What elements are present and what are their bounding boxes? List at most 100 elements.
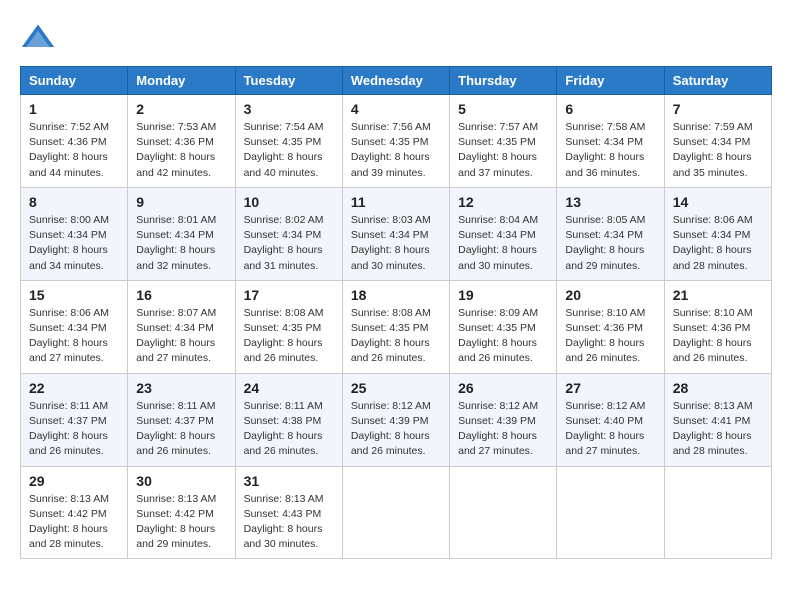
day-number: 16 bbox=[136, 287, 226, 303]
cell-content: Sunrise: 8:06 AMSunset: 4:34 PMDaylight:… bbox=[29, 306, 119, 367]
calendar-cell: 19 Sunrise: 8:09 AMSunset: 4:35 PMDayligh… bbox=[450, 280, 557, 373]
cell-content: Sunrise: 8:06 AMSunset: 4:34 PMDaylight:… bbox=[673, 213, 763, 274]
cell-content: Sunrise: 7:59 AMSunset: 4:34 PMDaylight:… bbox=[673, 120, 763, 181]
calendar-cell: 25 Sunrise: 8:12 AMSunset: 4:39 PMDayligh… bbox=[342, 373, 449, 466]
cell-content: Sunrise: 7:58 AMSunset: 4:34 PMDaylight:… bbox=[565, 120, 655, 181]
calendar-cell: 30 Sunrise: 8:13 AMSunset: 4:42 PMDayligh… bbox=[128, 466, 235, 559]
cell-content: Sunrise: 8:13 AMSunset: 4:42 PMDaylight:… bbox=[136, 492, 226, 553]
calendar-cell: 17 Sunrise: 8:08 AMSunset: 4:35 PMDayligh… bbox=[235, 280, 342, 373]
calendar-cell: 13 Sunrise: 8:05 AMSunset: 4:34 PMDayligh… bbox=[557, 187, 664, 280]
cell-content: Sunrise: 8:11 AMSunset: 4:37 PMDaylight:… bbox=[29, 399, 119, 460]
day-number: 25 bbox=[351, 380, 441, 396]
cell-content: Sunrise: 7:54 AMSunset: 4:35 PMDaylight:… bbox=[244, 120, 334, 181]
calendar-cell: 7 Sunrise: 7:59 AMSunset: 4:34 PMDaylight… bbox=[664, 95, 771, 188]
calendar-week-row: 8Sunrise: 8:00 AMSunset: 4:34 PMDaylight… bbox=[21, 187, 772, 280]
calendar-cell: 15 Sunrise: 8:06 AMSunset: 4:34 PMDayligh… bbox=[21, 280, 128, 373]
cell-content: Sunrise: 8:01 AMSunset: 4:34 PMDaylight:… bbox=[136, 213, 226, 274]
cell-content: Sunrise: 8:07 AMSunset: 4:34 PMDaylight:… bbox=[136, 306, 226, 367]
calendar-cell: 27Sunrise: 8:12 AMSunset: 4:40 PMDayligh… bbox=[557, 373, 664, 466]
calendar-cell: 24 Sunrise: 8:11 AMSunset: 4:38 PMDayligh… bbox=[235, 373, 342, 466]
calendar-cell bbox=[557, 466, 664, 559]
calendar-cell: 4 Sunrise: 7:56 AMSunset: 4:35 PMDaylight… bbox=[342, 95, 449, 188]
day-number: 18 bbox=[351, 287, 441, 303]
calendar-cell: 18 Sunrise: 8:08 AMSunset: 4:35 PMDayligh… bbox=[342, 280, 449, 373]
calendar-cell: 8Sunrise: 8:00 AMSunset: 4:34 PMDaylight… bbox=[21, 187, 128, 280]
calendar-week-row: 22 Sunrise: 8:11 AMSunset: 4:37 PMDayligh… bbox=[21, 373, 772, 466]
calendar-cell: 10Sunrise: 8:02 AMSunset: 4:34 PMDayligh… bbox=[235, 187, 342, 280]
col-header-saturday: Saturday bbox=[664, 67, 771, 95]
calendar-cell: 9 Sunrise: 8:01 AMSunset: 4:34 PMDaylight… bbox=[128, 187, 235, 280]
calendar-cell: 5 Sunrise: 7:57 AMSunset: 4:35 PMDaylight… bbox=[450, 95, 557, 188]
calendar-cell: 31 Sunrise: 8:13 AMSunset: 4:43 PMDayligh… bbox=[235, 466, 342, 559]
day-number: 22 bbox=[29, 380, 119, 396]
cell-content: Sunrise: 8:13 AMSunset: 4:41 PMDaylight:… bbox=[673, 399, 763, 460]
col-header-tuesday: Tuesday bbox=[235, 67, 342, 95]
calendar-cell: 20Sunrise: 8:10 AMSunset: 4:36 PMDayligh… bbox=[557, 280, 664, 373]
day-number: 24 bbox=[244, 380, 334, 396]
col-header-wednesday: Wednesday bbox=[342, 67, 449, 95]
cell-content: Sunrise: 8:11 AMSunset: 4:38 PMDaylight:… bbox=[244, 399, 334, 460]
day-number: 17 bbox=[244, 287, 334, 303]
day-number: 27 bbox=[565, 380, 655, 396]
calendar-cell: 22 Sunrise: 8:11 AMSunset: 4:37 PMDayligh… bbox=[21, 373, 128, 466]
calendar-cell: 29 Sunrise: 8:13 AMSunset: 4:42 PMDayligh… bbox=[21, 466, 128, 559]
cell-content: Sunrise: 7:56 AMSunset: 4:35 PMDaylight:… bbox=[351, 120, 441, 181]
day-number: 13 bbox=[565, 194, 655, 210]
calendar-cell bbox=[664, 466, 771, 559]
day-number: 5 bbox=[458, 101, 548, 117]
day-number: 2 bbox=[136, 101, 226, 117]
day-number: 31 bbox=[244, 473, 334, 489]
col-header-thursday: Thursday bbox=[450, 67, 557, 95]
day-number: 23 bbox=[136, 380, 226, 396]
calendar-cell: 12 Sunrise: 8:04 AMSunset: 4:34 PMDayligh… bbox=[450, 187, 557, 280]
day-number: 11 bbox=[351, 194, 441, 210]
cell-content: Sunrise: 7:57 AMSunset: 4:35 PMDaylight:… bbox=[458, 120, 548, 181]
calendar-cell: 28Sunrise: 8:13 AMSunset: 4:41 PMDayligh… bbox=[664, 373, 771, 466]
cell-content: Sunrise: 8:12 AMSunset: 4:39 PMDaylight:… bbox=[458, 399, 548, 460]
day-number: 15 bbox=[29, 287, 119, 303]
day-number: 4 bbox=[351, 101, 441, 117]
calendar-cell: 11Sunrise: 8:03 AMSunset: 4:34 PMDayligh… bbox=[342, 187, 449, 280]
calendar-cell: 23 Sunrise: 8:11 AMSunset: 4:37 PMDayligh… bbox=[128, 373, 235, 466]
col-header-sunday: Sunday bbox=[21, 67, 128, 95]
calendar-week-row: 1Sunrise: 7:52 AMSunset: 4:36 PMDaylight… bbox=[21, 95, 772, 188]
day-number: 26 bbox=[458, 380, 548, 396]
calendar-cell: 14 Sunrise: 8:06 AMSunset: 4:34 PMDayligh… bbox=[664, 187, 771, 280]
cell-content: Sunrise: 7:53 AMSunset: 4:36 PMDaylight:… bbox=[136, 120, 226, 181]
day-number: 3 bbox=[244, 101, 334, 117]
col-header-friday: Friday bbox=[557, 67, 664, 95]
cell-content: Sunrise: 8:05 AMSunset: 4:34 PMDaylight:… bbox=[565, 213, 655, 274]
page-header bbox=[20, 20, 772, 56]
logo-icon bbox=[20, 20, 56, 56]
calendar-cell: 6Sunrise: 7:58 AMSunset: 4:34 PMDaylight… bbox=[557, 95, 664, 188]
calendar-cell bbox=[342, 466, 449, 559]
cell-content: Sunrise: 8:04 AMSunset: 4:34 PMDaylight:… bbox=[458, 213, 548, 274]
calendar-cell bbox=[450, 466, 557, 559]
day-number: 9 bbox=[136, 194, 226, 210]
calendar-table: SundayMondayTuesdayWednesdayThursdayFrid… bbox=[20, 66, 772, 559]
day-number: 30 bbox=[136, 473, 226, 489]
day-number: 12 bbox=[458, 194, 548, 210]
day-number: 29 bbox=[29, 473, 119, 489]
cell-content: Sunrise: 8:10 AMSunset: 4:36 PMDaylight:… bbox=[565, 306, 655, 367]
day-number: 21 bbox=[673, 287, 763, 303]
day-number: 7 bbox=[673, 101, 763, 117]
cell-content: Sunrise: 8:08 AMSunset: 4:35 PMDaylight:… bbox=[351, 306, 441, 367]
cell-content: Sunrise: 8:13 AMSunset: 4:43 PMDaylight:… bbox=[244, 492, 334, 553]
day-number: 1 bbox=[29, 101, 119, 117]
calendar-cell: 21 Sunrise: 8:10 AMSunset: 4:36 PMDayligh… bbox=[664, 280, 771, 373]
calendar-cell: 1Sunrise: 7:52 AMSunset: 4:36 PMDaylight… bbox=[21, 95, 128, 188]
calendar-cell: 2 Sunrise: 7:53 AMSunset: 4:36 PMDaylight… bbox=[128, 95, 235, 188]
cell-content: Sunrise: 8:13 AMSunset: 4:42 PMDaylight:… bbox=[29, 492, 119, 553]
cell-content: Sunrise: 8:12 AMSunset: 4:39 PMDaylight:… bbox=[351, 399, 441, 460]
day-number: 14 bbox=[673, 194, 763, 210]
cell-content: Sunrise: 8:11 AMSunset: 4:37 PMDaylight:… bbox=[136, 399, 226, 460]
cell-content: Sunrise: 8:08 AMSunset: 4:35 PMDaylight:… bbox=[244, 306, 334, 367]
calendar-week-row: 29 Sunrise: 8:13 AMSunset: 4:42 PMDayligh… bbox=[21, 466, 772, 559]
cell-content: Sunrise: 8:00 AMSunset: 4:34 PMDaylight:… bbox=[29, 213, 119, 274]
day-number: 19 bbox=[458, 287, 548, 303]
logo bbox=[20, 20, 62, 56]
calendar-cell: 16 Sunrise: 8:07 AMSunset: 4:34 PMDayligh… bbox=[128, 280, 235, 373]
cell-content: Sunrise: 8:09 AMSunset: 4:35 PMDaylight:… bbox=[458, 306, 548, 367]
cell-content: Sunrise: 8:10 AMSunset: 4:36 PMDaylight:… bbox=[673, 306, 763, 367]
